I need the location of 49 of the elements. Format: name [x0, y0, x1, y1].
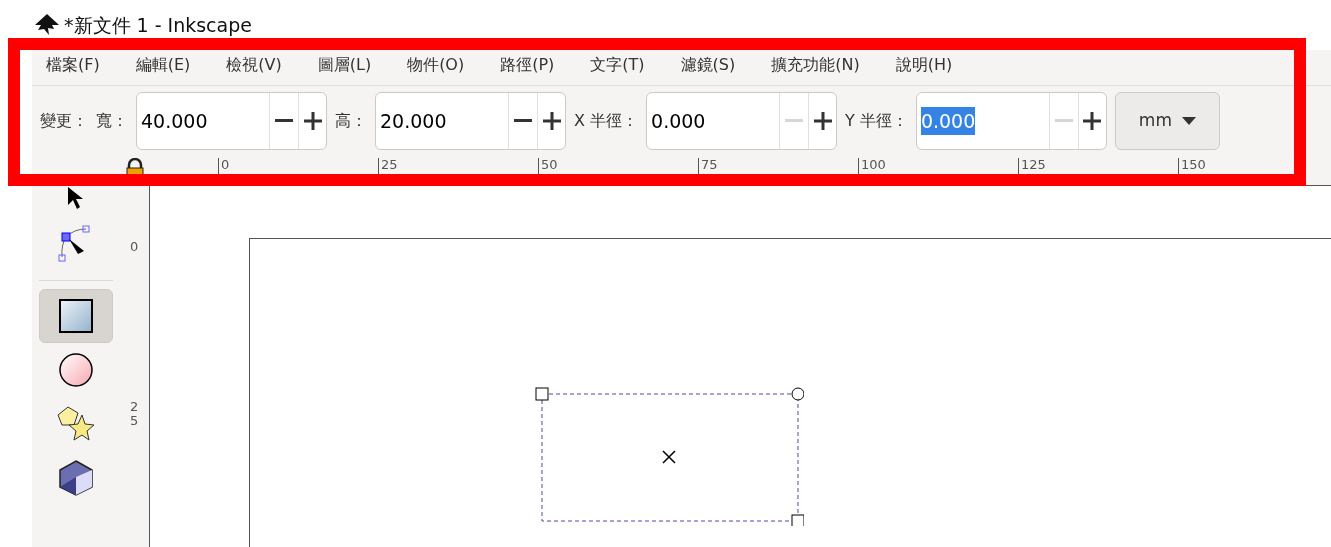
minus-icon	[785, 119, 804, 123]
minus-icon	[275, 119, 293, 123]
caret-icon	[1181, 117, 1196, 125]
menu-item[interactable]: 檢視(V)	[226, 53, 282, 85]
field-label: X 半徑：	[574, 110, 639, 132]
spin-field[interactable]: 0.000	[646, 92, 838, 150]
star-icon	[56, 405, 96, 443]
cube-icon	[58, 459, 94, 497]
toolbar-label: 變更：	[40, 110, 88, 132]
window-title: *新文件 1 - Inkscape	[64, 12, 252, 38]
plus-icon	[813, 112, 832, 130]
field-label: Y 半徑：	[845, 110, 908, 132]
plus-icon	[1083, 112, 1102, 130]
ruler-label: 0	[130, 240, 140, 255]
field-label: 寬：	[96, 110, 128, 132]
field-value: 20.000	[380, 108, 447, 134]
ruler-label: 125	[1018, 158, 1046, 184]
ruler-label: 25	[378, 158, 398, 184]
unit-dropdown[interactable]: mm	[1114, 92, 1220, 150]
menu-item[interactable]: 說明(H)	[895, 53, 953, 85]
ruler-label: 75	[698, 158, 718, 184]
field-label: 高：	[335, 110, 367, 132]
menu-item[interactable]: 物件(O)	[407, 53, 465, 85]
spin-field[interactable]: 40.000	[136, 92, 327, 150]
minus-icon	[514, 119, 532, 123]
ruler-label: 150	[1178, 158, 1206, 184]
tool-button[interactable]	[39, 289, 113, 343]
menu-item[interactable]: 擴充功能(N)	[771, 53, 860, 85]
field-value: 40.000	[141, 108, 208, 134]
ruler-label: 25	[130, 400, 140, 429]
minus-icon	[1054, 119, 1073, 123]
rectangle-icon	[58, 298, 94, 334]
menu-item[interactable]: 編輯(E)	[135, 53, 191, 85]
field-value: 0.000	[920, 106, 976, 136]
menu-item[interactable]: 圖層(L)	[317, 53, 372, 85]
ruler-label: 50	[538, 158, 558, 184]
plus-icon	[303, 112, 322, 130]
menu-item[interactable]: 檔案(F)	[46, 53, 100, 85]
plus-icon	[542, 112, 561, 130]
menu-item[interactable]: 文字(T)	[590, 53, 645, 85]
spin-field[interactable]: 20.000	[375, 92, 566, 150]
ruler-label: 100	[858, 158, 886, 184]
field-value: 0.000	[651, 108, 706, 134]
menu-item[interactable]: 濾鏡(S)	[680, 53, 736, 85]
app-logo-icon	[34, 13, 60, 37]
menu-item[interactable]: 路徑(P)	[500, 53, 555, 85]
ruler-label: 0	[218, 158, 230, 184]
spin-field[interactable]: 0.000	[915, 92, 1107, 150]
circle-icon	[58, 352, 94, 388]
